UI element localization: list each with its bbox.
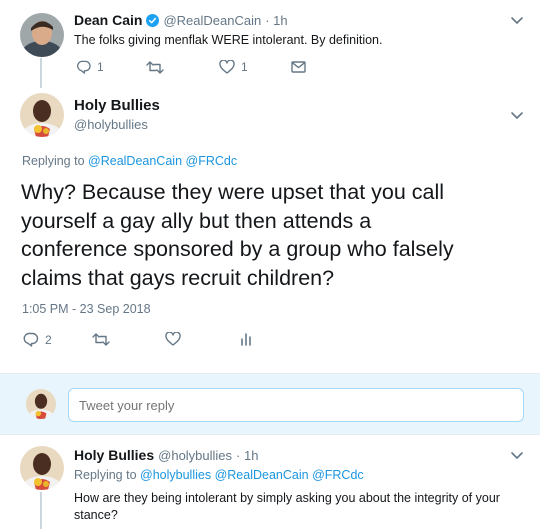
avatar[interactable] (20, 446, 64, 490)
retweet-icon (146, 61, 164, 74)
tweet1-header: Dean Cain @RealDeanCain · 1h (74, 11, 288, 29)
replying-to: Replying to @holybullies @RealDeanCain @… (74, 468, 364, 482)
chevron-down-icon[interactable] (510, 111, 524, 121)
tweet-text-line: yourself a gay ally but then attends a (21, 208, 372, 233)
tweet-text-line: Why? Because they were upset that you ca… (21, 180, 445, 204)
mention-link[interactable]: @FRCdc (186, 154, 238, 168)
reply-icon (76, 60, 91, 74)
mention-link[interactable]: @RealDeanCain (215, 468, 309, 482)
like-count: 1 (241, 60, 248, 74)
mention-link[interactable]: @RealDeanCain (88, 154, 182, 168)
envelope-icon (291, 61, 306, 73)
author-handle[interactable]: @RealDeanCain (163, 13, 261, 28)
reply-button[interactable]: 1 (76, 60, 104, 74)
tweet-time[interactable]: · 1h (265, 13, 287, 28)
reply-count: 1 (97, 60, 104, 74)
reply-input[interactable] (68, 388, 524, 422)
analytics-button[interactable] (240, 332, 252, 346)
reply-button[interactable]: 2 (22, 332, 52, 347)
reply-icon (23, 332, 39, 347)
main-author-handle[interactable]: @holybullies (74, 117, 148, 132)
retweet-button[interactable] (92, 333, 110, 346)
thread-line-bottom (40, 492, 42, 529)
author-handle[interactable]: @holybullies (158, 448, 232, 463)
author-name[interactable]: Dean Cain (74, 12, 142, 28)
tweet-time[interactable]: · 1h (236, 448, 258, 463)
main-author-name[interactable]: Holy Bullies (74, 97, 160, 114)
tweet-text-line: claims that gays recruit children? (21, 265, 335, 290)
author-name[interactable]: Holy Bullies (74, 447, 154, 463)
avatar[interactable] (20, 93, 64, 137)
avatar-current-user (26, 389, 56, 419)
heart-icon (165, 332, 181, 346)
reply-count: 2 (45, 332, 52, 347)
thread-line-top (40, 58, 42, 88)
tweet-timestamp[interactable]: 1:05 PM - 23 Sep 2018 (22, 302, 151, 316)
verified-badge-icon (146, 13, 160, 27)
tweet1-text: The folks giving menflak WERE intolerant… (74, 33, 383, 47)
dm-button[interactable] (291, 61, 306, 73)
avatar-holy-bullies (20, 446, 64, 490)
avatar[interactable] (20, 13, 64, 57)
retweet-button[interactable] (146, 61, 164, 74)
avatar (26, 389, 56, 419)
chevron-down-icon[interactable] (510, 16, 524, 26)
retweet-icon (92, 333, 110, 346)
avatar-holy-bullies (20, 93, 64, 137)
mention-link[interactable]: @FRCdc (312, 468, 364, 482)
tweet-text-line: conference sponsored by a group who fals… (21, 237, 454, 261)
avatar-dean-cain (20, 13, 64, 57)
tweet3-header: Holy Bullies @holybullies · 1h (74, 446, 258, 464)
replying-to-label: Replying to (74, 468, 137, 482)
like-button[interactable] (165, 332, 181, 346)
tweet-text-line: stance? (74, 508, 118, 522)
heart-icon (219, 60, 235, 74)
replying-to-label: Replying to (22, 154, 85, 168)
like-button[interactable]: 1 (219, 60, 248, 74)
tweet-text-line: How are they being intolerant by simply … (74, 491, 500, 505)
tweet3-text: How are they being intolerant by simply … (74, 490, 500, 524)
chevron-down-icon[interactable] (510, 451, 524, 461)
mention-link[interactable]: @holybullies (140, 468, 211, 482)
replying-to: Replying to @RealDeanCain @FRCdc (22, 154, 237, 168)
main-tweet-text: Why? Because they were upset that you ca… (21, 178, 454, 292)
analytics-icon (241, 333, 251, 346)
